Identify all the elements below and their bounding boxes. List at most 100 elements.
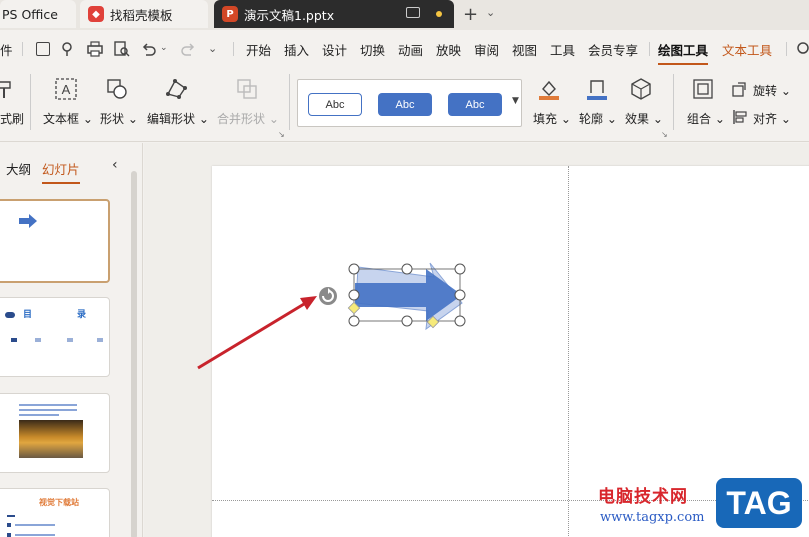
tab-wps-office[interactable]: PS Office xyxy=(0,0,76,28)
menu-file[interactable]: 件 xyxy=(0,40,13,59)
watermark-tag-badge: TAG xyxy=(716,478,802,528)
menu-tools[interactable]: 工具 xyxy=(550,40,575,59)
divider xyxy=(30,74,31,130)
outline-button[interactable]: 轮廓 ⌄ xyxy=(579,110,617,127)
shape-label: 形状 xyxy=(100,112,125,126)
resize-handle-w[interactable] xyxy=(348,289,360,301)
undo-dropdown-chevron-icon[interactable]: ⌄ xyxy=(160,43,168,53)
watermark-url: www.tagxp.com xyxy=(600,510,705,525)
edit-shape-button[interactable]: 编辑形状 ⌄ xyxy=(147,110,209,127)
collapse-panel-chevron-icon[interactable]: ‹ xyxy=(112,157,118,173)
slide-panel-scrollbar[interactable] xyxy=(131,171,137,537)
shape-button[interactable]: 形状 ⌄ xyxy=(100,110,138,127)
slide-thumbnail-2[interactable]: 目 录 xyxy=(0,297,110,377)
tab-daoke-templates[interactable]: ◆ 找稻壳模板 xyxy=(80,0,208,28)
fill-button[interactable]: 填充 ⌄ xyxy=(533,110,571,127)
shape-style-outline[interactable]: Abc xyxy=(308,93,362,116)
save-icon[interactable] xyxy=(36,42,50,56)
undo-icon[interactable] xyxy=(141,41,157,57)
thumb-bullet xyxy=(97,338,103,342)
resize-handle-sw[interactable] xyxy=(348,315,360,327)
tab-document[interactable]: P 演示文稿1.pptx xyxy=(214,0,454,28)
resize-handle-se[interactable] xyxy=(454,315,466,327)
dialog-launcher-icon[interactable]: ↘ xyxy=(278,130,285,139)
slide-thumbnail-3[interactable] xyxy=(0,393,110,473)
menu-transition[interactable]: 切换 xyxy=(360,40,385,59)
menu-slideshow[interactable]: 放映 xyxy=(436,40,461,59)
presentation-icon: P xyxy=(222,6,238,22)
rotate-label: 旋转 xyxy=(753,84,778,98)
merge-shape-icon[interactable] xyxy=(236,78,258,100)
menu-drawing-tools[interactable]: 绘图工具 xyxy=(658,40,709,65)
daoke-icon: ◆ xyxy=(88,6,104,22)
tab-dropdown-chevron-icon[interactable]: ⌄ xyxy=(486,6,495,19)
tab-slides[interactable]: 幻灯片 xyxy=(42,159,80,184)
rotate-handle-icon[interactable] xyxy=(319,287,337,305)
divider xyxy=(22,42,23,56)
group-button[interactable]: 组合 ⌄ xyxy=(687,110,725,127)
outline-label: 轮廓 xyxy=(579,112,604,126)
outline-icon[interactable] xyxy=(586,78,608,100)
merge-shape-label: 合并形状 xyxy=(217,112,266,126)
thumb-shape xyxy=(5,312,15,318)
resize-handle-ne[interactable] xyxy=(454,263,466,275)
group-icon[interactable] xyxy=(692,78,714,100)
menu-home[interactable]: 开始 xyxy=(246,40,271,59)
align-button[interactable]: 对齐 ⌄ xyxy=(753,110,791,127)
shape-style-fill-1[interactable]: Abc xyxy=(378,93,432,116)
divider xyxy=(649,42,650,56)
new-tab-plus-icon[interactable]: + xyxy=(463,4,478,25)
shape-style-fill-2[interactable]: Abc xyxy=(448,93,502,116)
fill-label: 填充 xyxy=(533,112,558,126)
redo-icon[interactable] xyxy=(180,41,196,57)
textbox-button[interactable]: 文本框 ⌄ xyxy=(43,110,93,127)
menu-view[interactable]: 视图 xyxy=(512,40,537,59)
edit-shape-label: 编辑形状 xyxy=(147,112,196,126)
shape-icon[interactable] xyxy=(106,78,128,100)
monitor-icon[interactable] xyxy=(406,7,420,18)
divider xyxy=(786,42,787,56)
thumb-bullet xyxy=(7,533,11,537)
slide-thumbnail-1[interactable] xyxy=(0,199,110,283)
export-icon[interactable] xyxy=(60,41,76,57)
resize-handle-n[interactable] xyxy=(401,263,413,275)
resize-handle-nw[interactable] xyxy=(348,263,360,275)
search-icon[interactable] xyxy=(796,41,809,57)
red-annotation-arrow xyxy=(197,296,317,370)
thumb-bullet xyxy=(11,338,17,342)
effect-button[interactable]: 效果 ⌄ xyxy=(625,110,663,127)
menu-animation[interactable]: 动画 xyxy=(398,40,423,59)
tab-outline[interactable]: 大纲 xyxy=(6,159,31,178)
resize-handle-s[interactable] xyxy=(401,315,413,327)
shape-styles-gallery: Abc Abc Abc xyxy=(297,79,522,127)
rotate-button[interactable]: 旋转 ⌄ xyxy=(753,82,791,99)
slide-thumbnail-4[interactable]: 视觉下载站 xyxy=(0,488,110,537)
edit-shape-icon[interactable] xyxy=(165,78,187,100)
more-chevron-icon[interactable]: ⌄ xyxy=(208,42,217,55)
menu-design[interactable]: 设计 xyxy=(322,40,347,59)
format-painter-label[interactable]: 式刷 xyxy=(0,110,24,127)
resize-handle-e[interactable] xyxy=(454,289,466,301)
print-icon[interactable] xyxy=(86,41,104,57)
rotate-icon[interactable] xyxy=(732,81,748,97)
print-preview-icon[interactable] xyxy=(113,41,131,57)
align-icon[interactable] xyxy=(732,109,748,125)
group-label: 组合 xyxy=(687,112,712,126)
align-label: 对齐 xyxy=(753,112,778,126)
menu-member[interactable]: 会员专享 xyxy=(588,40,638,59)
dialog-launcher-icon[interactable]: ↘ xyxy=(661,130,668,139)
thumb-bullet xyxy=(35,338,41,342)
textbox-icon[interactable]: A xyxy=(55,78,77,100)
menu-insert[interactable]: 插入 xyxy=(284,40,309,59)
thumb-photo xyxy=(19,420,83,458)
menu-review[interactable]: 审阅 xyxy=(474,40,499,59)
effect-icon[interactable] xyxy=(630,78,652,100)
effect-label: 效果 xyxy=(625,112,650,126)
fill-icon[interactable] xyxy=(538,78,560,100)
merge-shape-button[interactable]: 合并形状 ⌄ xyxy=(217,110,279,127)
styles-more-icon[interactable]: ▼ xyxy=(512,96,519,106)
menu-bar: 件 ⌄ ⌄ 开始 插入 设计 切换 动画 放映 审阅 视图 工具 会员专享 绘图… xyxy=(0,34,809,65)
format-painter-icon[interactable] xyxy=(0,78,18,100)
menu-text-tools[interactable]: 文本工具 xyxy=(722,40,772,59)
tab-daoke-label: 找稻壳模板 xyxy=(110,7,173,23)
